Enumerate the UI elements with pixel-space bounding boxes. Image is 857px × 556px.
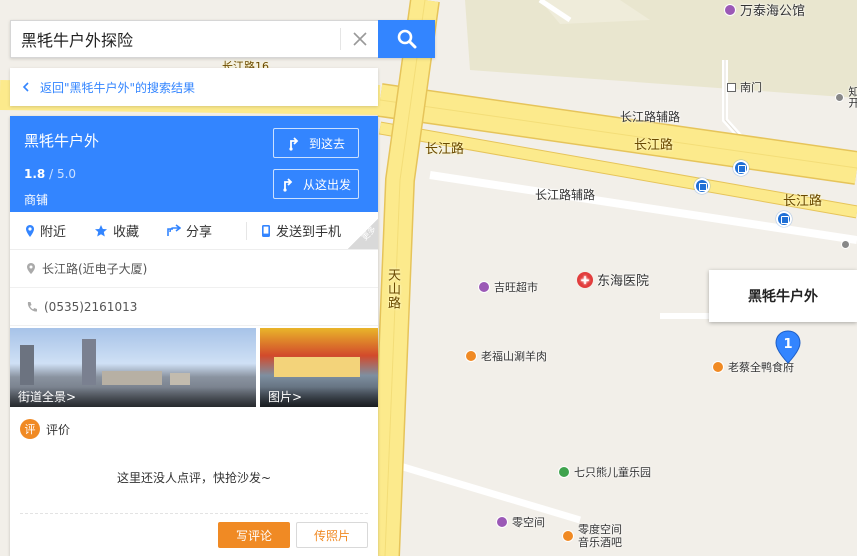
rating-max: / 5.0 (49, 167, 77, 181)
action-bar: 附近 收藏 分享 发送到手机 更多 (10, 212, 378, 250)
location-icon (26, 224, 34, 237)
poi-icon (841, 240, 850, 249)
clear-button[interactable] (340, 28, 378, 50)
upload-photo-button[interactable]: 传照片 (296, 522, 368, 548)
share-icon (167, 224, 182, 236)
poi-south-gate[interactable]: 南门 (727, 79, 762, 95)
close-icon (352, 32, 367, 46)
marker-popup[interactable]: 黑牦牛户外 (709, 270, 857, 322)
location-pin-icon[interactable]: 1 (775, 330, 801, 364)
restaurant-icon (465, 350, 477, 362)
favorite-button[interactable]: 收藏 (80, 221, 153, 240)
phone-number[interactable]: (0535)2161013 (44, 300, 137, 314)
write-review-button[interactable]: 写评论 (218, 522, 290, 548)
rating-value: 1.8 (24, 167, 46, 181)
phone-icon (262, 224, 271, 237)
location-icon (27, 263, 35, 274)
poi-laofushan[interactable]: 老福山涮羊肉 (465, 348, 547, 364)
restaurant-icon (712, 361, 724, 373)
street-view-label: 街道全景> (10, 387, 256, 407)
search-button[interactable] (378, 20, 435, 58)
bus-stop-icon[interactable] (776, 211, 792, 227)
route-from-icon (283, 178, 293, 192)
start-from-here-button[interactable]: 从这出发 (273, 169, 359, 199)
route-to-icon (289, 137, 299, 151)
road-label-tianshan: 天山路 (385, 268, 400, 310)
road-label-changjiang: 长江路 (425, 142, 465, 157)
poi-wantai[interactable]: 万泰海公馆 (724, 0, 805, 19)
divider (20, 513, 368, 514)
road-label-changjiang-aux: 长江路辅路 (620, 110, 681, 124)
star-icon (95, 224, 108, 236)
review-title: 评价 (46, 422, 71, 437)
shop-icon (478, 281, 490, 293)
road-label-changjiang: 长江路 (634, 138, 674, 153)
marker-popup-label: 黑牦牛户外 (748, 289, 818, 305)
go-here-button[interactable]: 到这去 (273, 128, 359, 158)
place-detail-card: 黑牦牛户外 1.8 / 5.0 商铺 到这去 从这出发 附近 收藏 分享 发送到… (10, 116, 378, 556)
search-box (10, 20, 435, 58)
bar-icon (562, 530, 574, 542)
telephone-icon (27, 301, 37, 312)
hospital-icon: + (577, 271, 593, 288)
review-icon: 评 (20, 419, 40, 439)
poi-edge-right[interactable]: 知开 (835, 86, 857, 108)
bus-stop-icon[interactable] (733, 160, 749, 176)
poi-donghai[interactable]: + 东海医院 (577, 270, 649, 289)
poi-jiwang[interactable]: 吉旺超市 (478, 279, 538, 295)
entertainment-icon (496, 516, 508, 528)
share-button[interactable]: 分享 (153, 221, 226, 240)
phone-row: (0535)2161013 (10, 288, 378, 326)
park-icon (558, 466, 570, 478)
chevron-left-icon (22, 82, 29, 92)
pictures-thumbnail[interactable]: 图片> (260, 328, 378, 407)
send-to-phone-button[interactable]: 发送到手机 (247, 221, 355, 240)
poi-lingkongjian[interactable]: 零空间 (496, 514, 545, 530)
nearby-button[interactable]: 附近 (10, 221, 80, 240)
back-link-text: 返回"黑牦牛户外"的搜索结果 (40, 80, 196, 95)
address-row: 长江路(近电子大厦) (10, 250, 378, 288)
back-to-results[interactable]: 返回"黑牦牛户外"的搜索结果 (10, 68, 378, 106)
no-review-message: 这里还没人点评，快抢沙发~ (116, 471, 272, 485)
poi-lingdu[interactable]: 零度空间 音乐酒吧 (562, 523, 622, 549)
review-section-header: 评 评价 (10, 407, 378, 439)
building-icon (724, 3, 736, 16)
poi-icon (835, 92, 844, 102)
bus-stop-icon[interactable] (694, 178, 710, 194)
road-label-changjiang-aux: 长江路辅路 (535, 188, 596, 202)
address-text: 长江路(近电子大厦) (42, 262, 148, 276)
more-button[interactable]: 更多 (348, 219, 378, 249)
review-actions: 写评论 传照片 (218, 522, 368, 548)
poi-qizhixiong[interactable]: 七只熊儿童乐园 (558, 464, 651, 480)
place-header: 黑牦牛户外 1.8 / 5.0 商铺 到这去 从这出发 (10, 116, 378, 212)
street-view-thumbnail[interactable]: 街道全景> (10, 328, 256, 407)
pictures-label: 图片> (260, 387, 378, 407)
marker-number: 1 (783, 337, 792, 352)
road-label-changjiang: 长江路 (783, 194, 823, 209)
poi-edge-marker[interactable] (841, 240, 850, 249)
search-input[interactable] (11, 21, 340, 57)
photo-strip: 街道全景> 图片> (10, 328, 378, 407)
search-icon (397, 29, 416, 49)
gate-icon (727, 82, 736, 92)
poi-edge-text: 知开 (847, 86, 857, 108)
